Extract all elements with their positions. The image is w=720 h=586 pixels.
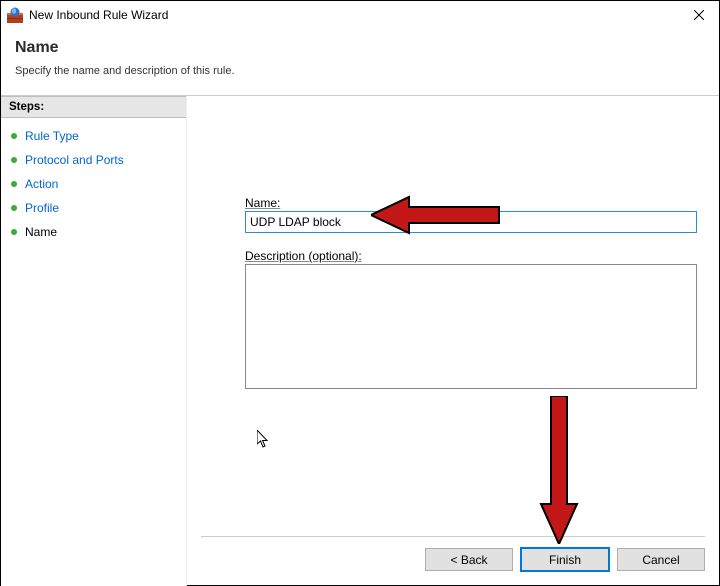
step-label: Rule Type bbox=[25, 129, 79, 143]
button-row: < Back Finish Cancel bbox=[425, 548, 705, 571]
steps-list: Rule Type Protocol and Ports Action Prof… bbox=[1, 118, 186, 250]
description-input[interactable] bbox=[245, 264, 697, 389]
window-title: New Inbound Rule Wizard bbox=[29, 8, 679, 22]
titlebar: New Inbound Rule Wizard bbox=[1, 1, 719, 29]
step-profile[interactable]: Profile bbox=[3, 196, 184, 220]
step-action[interactable]: Action bbox=[3, 172, 184, 196]
step-name[interactable]: Name bbox=[3, 220, 184, 244]
step-rule-type[interactable]: Rule Type bbox=[3, 124, 184, 148]
step-label: Action bbox=[25, 177, 58, 191]
firewall-icon bbox=[7, 7, 23, 23]
name-label: Name: bbox=[245, 196, 280, 210]
steps-header: Steps: bbox=[1, 96, 186, 118]
page-title: Name bbox=[15, 39, 705, 57]
sidebar: Steps: Rule Type Protocol and Ports Acti… bbox=[1, 96, 186, 586]
name-input[interactable] bbox=[245, 211, 697, 233]
bullet-icon bbox=[11, 181, 17, 187]
footer-divider bbox=[201, 536, 705, 537]
bullet-icon bbox=[11, 229, 17, 235]
back-button-label: < Back bbox=[450, 553, 487, 567]
form-area: Name: Description (optional): bbox=[245, 196, 697, 392]
wizard-window: New Inbound Rule Wizard Name Specify the… bbox=[0, 0, 720, 586]
main-panel: Name: Description (optional): bbox=[186, 96, 719, 586]
cancel-button-label: Cancel bbox=[642, 553, 679, 567]
step-label: Protocol and Ports bbox=[25, 153, 124, 167]
bullet-icon bbox=[11, 157, 17, 163]
page-subtitle: Specify the name and description of this… bbox=[15, 65, 705, 77]
wizard-body: Steps: Rule Type Protocol and Ports Acti… bbox=[1, 96, 719, 586]
close-button[interactable] bbox=[679, 1, 719, 29]
bullet-icon bbox=[11, 133, 17, 139]
step-label: Name bbox=[25, 225, 57, 239]
finish-button-label: Finish bbox=[549, 553, 581, 567]
bullet-icon bbox=[11, 205, 17, 211]
description-label: Description (optional): bbox=[245, 249, 362, 263]
step-protocol-and-ports[interactable]: Protocol and Ports bbox=[3, 148, 184, 172]
wizard-header: Name Specify the name and description of… bbox=[1, 29, 719, 89]
back-button[interactable]: < Back bbox=[425, 548, 513, 571]
finish-button[interactable]: Finish bbox=[521, 548, 609, 571]
step-label: Profile bbox=[25, 201, 59, 215]
cancel-button[interactable]: Cancel bbox=[617, 548, 705, 571]
